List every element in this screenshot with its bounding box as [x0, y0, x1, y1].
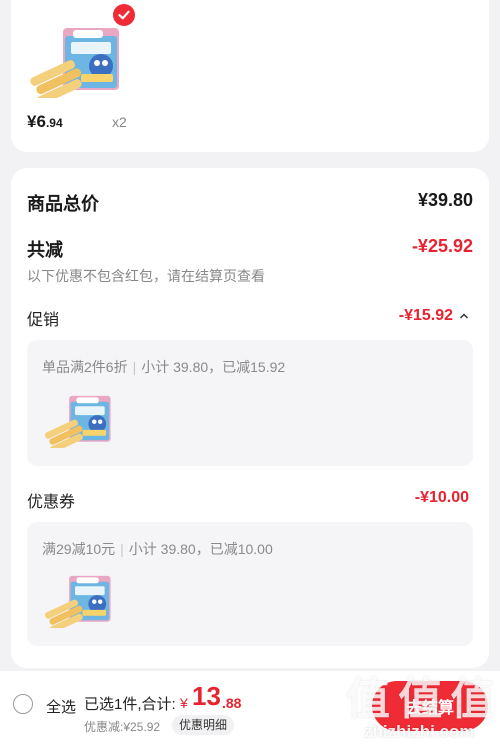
goods-total-value: ¥39.80	[417, 190, 473, 210]
coupon-rule: 满29减10元	[42, 541, 116, 557]
select-all-radio[interactable]	[13, 694, 33, 714]
egg-roll-snack-box-icon[interactable]	[41, 574, 115, 628]
chevron-up-icon[interactable]	[459, 312, 469, 320]
coupon-label: 优惠券	[27, 494, 76, 511]
price-int: 6	[36, 112, 46, 131]
total-dec: .88	[222, 695, 242, 711]
egg-roll-snack-box-icon[interactable]	[25, 26, 125, 98]
checkout-bar: 全选 已选1件,合计: ¥ 13 .88 优惠减:¥25.92 优惠明细 去结算	[0, 671, 500, 747]
promotion-value: -¥15.92	[398, 307, 453, 324]
total-int: 13	[192, 681, 221, 711]
discount-detail-button[interactable]: 优惠明细	[172, 715, 235, 735]
coupon-value: -¥10.00	[414, 489, 469, 506]
item-select-checkbox[interactable]	[113, 4, 135, 26]
checkout-button[interactable]: 去结算	[372, 681, 488, 731]
coupon-subtotal: 小计 39.80，已减10.00	[128, 541, 273, 557]
total-symbol: ¥	[180, 695, 188, 711]
goods-total-label: 商品总价	[27, 194, 99, 214]
item-price: ¥6.94	[27, 112, 63, 132]
discount-summary: 优惠减:¥25.92	[84, 720, 161, 734]
promotion-rule: 单品满2件6折	[42, 359, 128, 375]
egg-roll-snack-box-icon[interactable]	[41, 394, 115, 448]
promotion-panel: 单品满2件6折 | 小计 39.80，已减15.92	[27, 340, 473, 466]
coupon-panel: 满29减10元 | 小计 39.80，已减10.00	[27, 522, 473, 646]
promotion-toggle[interactable]: -¥15.92	[399, 307, 469, 325]
item-quantity: x2	[112, 114, 127, 130]
cart-item-card[interactable]: ¥6.94 x2	[11, 0, 489, 152]
coupon-info: 满29减10元 | 小计 39.80，已减10.00	[42, 541, 273, 557]
discount-detail-card: 商品总价 ¥39.80 共减 -¥25.92 以下优惠不包含红包，请在结算页查看…	[11, 168, 489, 668]
selected-count-text: 已选1件,合计:	[84, 696, 176, 713]
promotion-label: 促销	[27, 312, 60, 329]
check-icon	[118, 10, 130, 20]
discount-note: 以下优惠不包含红包，请在结算页查看	[27, 268, 265, 284]
total-discount-value: -¥25.92	[411, 236, 473, 256]
price-dec: .94	[45, 116, 63, 130]
select-all-label[interactable]: 全选	[46, 696, 76, 717]
total-discount-label: 共减	[27, 240, 63, 260]
promotion-info: 单品满2件6折 | 小计 39.80，已减15.92	[42, 359, 286, 375]
promotion-subtotal: 小计 39.80，已减15.92	[141, 359, 286, 375]
